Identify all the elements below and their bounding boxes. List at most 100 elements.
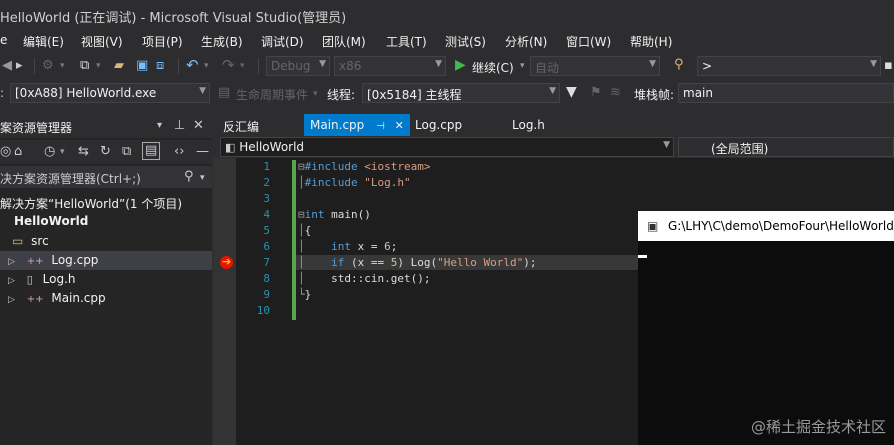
show-threads-icon[interactable]: ≋ <box>610 85 621 101</box>
console-cursor <box>638 255 647 258</box>
sync-icon[interactable]: ⇆ <box>78 144 89 160</box>
tree-item-main-cpp[interactable]: ▷ ++ Main.cpp <box>8 291 106 305</box>
undo-icon[interactable]: ↶ <box>186 57 199 73</box>
dropdown-icon[interactable]: ▾ <box>313 86 318 102</box>
refresh-icon[interactable]: ↻ <box>100 144 111 160</box>
stack-frame-label: 堆栈帧: <box>634 88 675 102</box>
dropdown-icon[interactable]: ▾ <box>200 170 205 186</box>
console-title-bar[interactable]: ▣ G:\LHY\C\demo\DemoFour\HelloWorld\ <box>638 211 894 241</box>
expand-icon: ▷ <box>8 276 15 286</box>
indicator-margin[interactable] <box>213 158 236 445</box>
execution-arrow-icon: ➔ <box>222 255 232 268</box>
console-window[interactable] <box>638 211 894 445</box>
code-line-1: ⊟#include <iostream> <box>298 160 431 173</box>
platform-dropdown[interactable]: x86 ▼ <box>334 56 446 76</box>
tab-log-cpp[interactable]: Log.cpp <box>409 114 468 136</box>
process-value: [0xA88] HelloWorld.exe <box>15 86 157 100</box>
search-input[interactable]: 决方案资源管理器(Ctrl+;) <box>0 170 141 187</box>
redo-icon[interactable]: ↷ <box>222 57 235 73</box>
chevron-down-icon: ▼ <box>319 59 326 69</box>
toolbar-overflow-icon[interactable]: ▪ <box>884 58 893 74</box>
home-icon[interactable]: ⌂ <box>14 144 22 160</box>
window-title: HelloWorld (正在调试) - Microsoft Visual Stu… <box>0 11 347 26</box>
dropdown-icon[interactable]: ▾ <box>520 58 525 74</box>
menu-item-team[interactable]: 团队(M) <box>322 33 366 50</box>
menu-item-debug[interactable]: 调试(D) <box>261 33 304 50</box>
dropdown-icon[interactable]: ▾ <box>240 58 245 74</box>
save-all-icon[interactable]: ⧈ <box>156 58 164 74</box>
properties-icon[interactable]: — <box>196 144 209 160</box>
tree-item-log-cpp[interactable]: ▷ ++ Log.cpp <box>8 253 98 267</box>
member-scope-dropdown[interactable]: (全局范围) <box>678 137 894 157</box>
tab-log-h[interactable]: Log.h <box>506 114 551 136</box>
lifecycle-icon[interactable]: ▤ <box>218 85 230 101</box>
show-all-files-icon[interactable]: ▤ <box>142 142 161 160</box>
chevron-down-icon: ▼ <box>549 86 556 96</box>
filter-icon[interactable]: ▼ <box>566 84 577 100</box>
pending-changes-icon[interactable]: ◷ <box>44 144 55 160</box>
menu-item-view[interactable]: 视图(V) <box>81 33 123 50</box>
menu-item-analyze[interactable]: 分析(N) <box>505 33 547 50</box>
line-number: 4 <box>263 208 270 221</box>
close-icon[interactable]: ✕ <box>193 118 204 134</box>
expand-icon: ▷ <box>8 295 15 305</box>
save-icon[interactable]: ▣ <box>136 58 148 74</box>
settings-icon[interactable]: ⚙ <box>42 58 54 74</box>
menu-item-test[interactable]: 测试(S) <box>445 33 486 50</box>
code-line-2: │#include "Log.h" <box>298 176 411 189</box>
back-icon[interactable]: ◀ <box>2 58 12 74</box>
config-dropdown[interactable]: Debug ▼ <box>266 56 330 76</box>
chevron-down-icon: ▼ <box>649 59 656 69</box>
tab-disassembly[interactable]: 反汇编 <box>217 114 265 136</box>
process-dropdown[interactable]: [0xA88] HelloWorld.exe ▼ <box>10 83 210 103</box>
stack-frame-dropdown[interactable]: main <box>678 83 894 103</box>
solution-search-box[interactable]: 决方案资源管理器(Ctrl+;) ⚲ ▾ <box>0 166 212 188</box>
auto-dropdown[interactable]: 自动 ▼ <box>530 56 660 76</box>
standard-toolbar: ◀ ▸ ⚙ ▾ ⧉ ▾ ▰ ▣ ⧈ ↶ ▾ ↷ ▾ Debug ▼ x86 ▼ ▶ … <box>0 52 894 80</box>
menu-item-help[interactable]: 帮助(H) <box>630 33 672 50</box>
folder-node[interactable]: ▭ src <box>12 234 49 248</box>
menu-item-partial[interactable]: e <box>0 33 7 47</box>
pin-icon[interactable]: ⊣ <box>376 121 385 132</box>
code-line-4: ⊟int main() <box>298 208 371 221</box>
pin-icon[interactable]: ⊥ <box>174 118 185 134</box>
dropdown-icon[interactable]: ▾ <box>60 58 65 74</box>
panel-menu-icon[interactable]: ▾ <box>157 118 162 134</box>
thread-dropdown[interactable]: [0x5184] 主线程 ▼ <box>362 83 560 103</box>
menu-item-build[interactable]: 生成(B) <box>201 33 243 50</box>
thread-label: 线程: <box>327 88 356 102</box>
code-line-6: │ int x = 6; <box>298 240 398 253</box>
tab-main-cpp[interactable]: Main.cpp ⊣ ✕ <box>304 114 410 136</box>
menu-item-project[interactable]: 项目(P) <box>142 33 183 50</box>
forward-icon[interactable]: ▸ <box>16 58 23 74</box>
menu-item-window[interactable]: 窗口(W) <box>566 33 611 50</box>
dropdown-icon[interactable]: ▾ <box>96 58 101 74</box>
find-combo[interactable]: > ▼ <box>697 56 881 76</box>
dropdown-icon[interactable]: ▾ <box>60 144 65 160</box>
close-icon[interactable]: ✕ <box>395 119 404 132</box>
toolbar-separator <box>34 58 35 74</box>
continue-button[interactable]: 继续(C) <box>472 59 514 76</box>
forward-icon[interactable]: ◎ <box>0 144 11 160</box>
flag-thread-icon[interactable]: ⚑ <box>590 85 602 101</box>
scope-dropdown[interactable]: ◧ HelloWorld ▼ <box>220 137 674 157</box>
project-node[interactable]: HelloWorld <box>14 214 88 228</box>
lifecycle-events-button[interactable]: 生命周期事件 <box>236 86 308 103</box>
menu-item-edit[interactable]: 编辑(E) <box>23 33 64 50</box>
new-project-icon[interactable]: ⧉ <box>80 58 89 74</box>
console-title: G:\LHY\C\demo\DemoFour\HelloWorld\ <box>668 219 894 233</box>
continue-icon[interactable]: ▶ <box>455 57 466 73</box>
menu-item-tools[interactable]: 工具(T) <box>386 33 427 50</box>
search-icon[interactable]: ⚲ <box>184 169 194 185</box>
dropdown-icon[interactable]: ▾ <box>204 58 209 74</box>
open-folder-icon[interactable]: ▰ <box>114 58 124 74</box>
collapse-all-icon[interactable]: ⧉ <box>122 144 131 160</box>
code-line-7: │ if (x == 5) Log("Hello World"); <box>298 256 537 269</box>
find-icon[interactable]: ⚲ <box>674 57 684 73</box>
line-number: 5 <box>263 224 270 237</box>
tree-item-log-h[interactable]: ▷ ▯ Log.h <box>8 272 76 286</box>
solution-node[interactable]: 解决方案“HelloWorld”(1 个项目) <box>0 195 182 212</box>
process-label-partial: : <box>0 86 5 100</box>
config-value: Debug <box>271 59 311 73</box>
code-view-icon[interactable]: ‹› <box>174 144 184 160</box>
